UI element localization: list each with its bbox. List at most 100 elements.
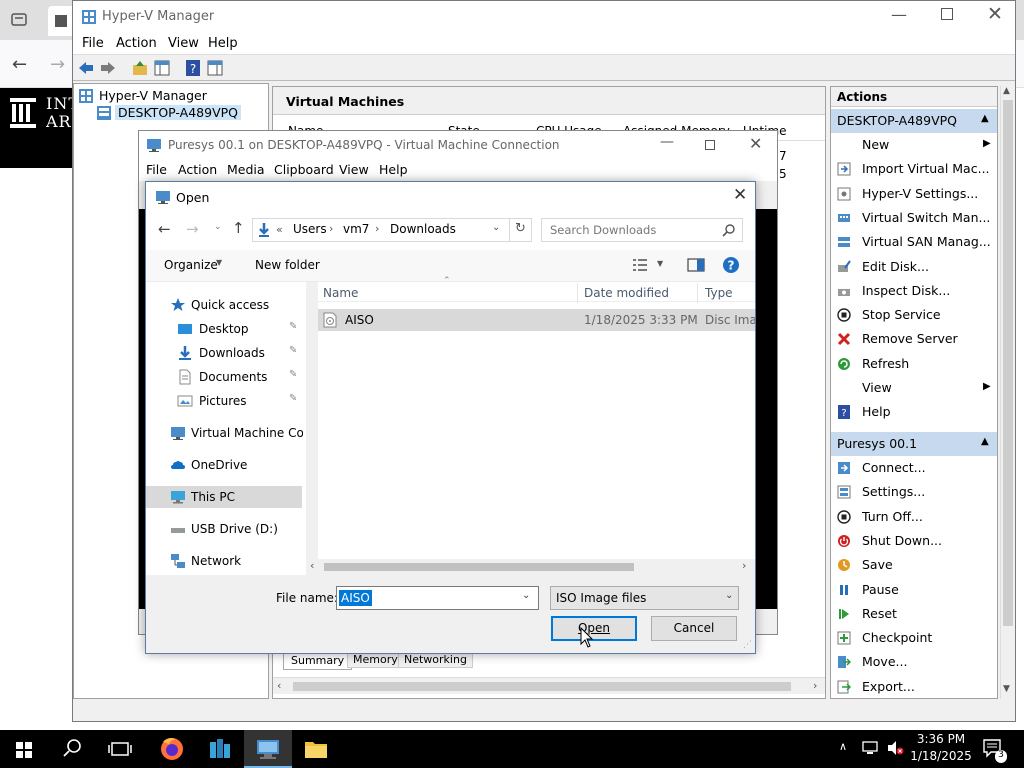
nav-item-quick-access[interactable]: Quick access — [146, 294, 302, 316]
actions-scroll-thumb[interactable] — [1003, 100, 1013, 626]
hyperv-manager-taskbar-icon[interactable] — [244, 730, 292, 768]
breadcrumb-users[interactable]: Users — [293, 222, 327, 236]
vmc-menu-file[interactable]: File — [146, 162, 167, 177]
pin-icon[interactable]: ✎ — [289, 345, 297, 356]
actions-vm-group-header[interactable]: Puresys 00.1 ▲ — [831, 432, 997, 456]
host-action-hyper-v-settings[interactable]: Hyper-V Settings... — [831, 182, 997, 206]
dialog-forward-icon[interactable]: → — [186, 220, 199, 238]
organize-dropdown-icon[interactable]: ▼ — [216, 258, 222, 267]
breadcrumb-vm7[interactable]: vm7 — [343, 222, 369, 236]
nav-item-network[interactable]: Network — [146, 550, 302, 572]
column-divider[interactable] — [577, 283, 578, 303]
nav-item-pictures[interactable]: Pictures ✎ — [146, 390, 302, 412]
vm-action-save[interactable]: Save — [831, 553, 997, 577]
collapse-vm-icon[interactable]: ▲ — [981, 436, 989, 447]
nav-item-onedrive[interactable]: OneDrive — [146, 454, 302, 476]
pin-icon[interactable]: ✎ — [289, 321, 297, 332]
open-button[interactable]: Open — [551, 616, 637, 641]
vm-action-reset[interactable]: Reset — [831, 602, 997, 626]
actions-scroll-down-icon[interactable]: ▼ — [1003, 684, 1010, 694]
tab-overview-icon[interactable] — [10, 10, 30, 28]
vm-action-export[interactable]: Export... — [831, 675, 997, 698]
column-divider[interactable] — [697, 283, 698, 303]
recent-locations-icon[interactable]: ⌄ — [214, 222, 222, 232]
file-explorer-icon[interactable] — [292, 730, 340, 768]
tab-networking[interactable]: Networking — [398, 652, 473, 668]
breadcrumb-downloads[interactable]: Downloads — [390, 222, 456, 236]
nav-item-downloads[interactable]: Downloads ✎ — [146, 342, 302, 364]
center-horizontal-scrollbar[interactable]: ‹ › — [273, 677, 825, 694]
search-icon[interactable] — [722, 223, 736, 237]
host-action-virtual-san-manag[interactable]: Virtual SAN Manag... — [831, 230, 997, 254]
address-bar[interactable]: « Users › vm7 › Downloads ⌄ — [252, 218, 510, 242]
menu-view[interactable]: View — [168, 36, 199, 51]
vm-action-settings[interactable]: Settings... — [831, 480, 997, 504]
taskbar-time[interactable]: 3:36 PM — [916, 732, 966, 746]
host-action-virtual-switch-man[interactable]: Virtual Switch Man... — [831, 206, 997, 230]
breadcrumb-overflow[interactable]: « — [276, 223, 283, 236]
scrollbar-thumb[interactable] — [293, 682, 791, 691]
actions-scrollbar[interactable]: ▲ ▼ — [1000, 86, 1014, 699]
menu-action[interactable]: Action — [116, 36, 157, 51]
view-dropdown-icon[interactable]: ▼ — [657, 259, 663, 268]
scroll-right-icon[interactable]: › — [813, 679, 817, 692]
maximize-icon[interactable] — [941, 8, 953, 20]
vmc-close-icon[interactable]: ✕ — [749, 134, 762, 153]
close-icon[interactable]: ✕ — [987, 3, 1003, 25]
help-toolbar-icon[interactable]: ? — [184, 59, 202, 77]
tree-host-item[interactable]: DESKTOP-A489VPQ — [115, 105, 241, 120]
nav-item-usb-drive-d[interactable]: USB Drive (D:) — [146, 518, 302, 540]
menu-file[interactable]: File — [82, 36, 104, 51]
host-action-inspect-disk[interactable]: Inspect Disk... — [831, 279, 997, 303]
vm-action-move[interactable]: Move... — [831, 650, 997, 674]
host-action-stop-service[interactable]: Stop Service — [831, 303, 997, 327]
refresh-button[interactable]: ↻ — [510, 218, 532, 242]
forward-icon[interactable] — [99, 59, 117, 77]
nav-item-desktop[interactable]: Desktop ✎ — [146, 318, 302, 340]
breadcrumb-separator-icon[interactable]: › — [375, 222, 379, 235]
vm-action-turn-off[interactable]: Turn Off... — [831, 505, 997, 529]
vmc-menu-help[interactable]: Help — [379, 162, 408, 177]
host-action-remove-server[interactable]: Remove Server — [831, 327, 997, 351]
vm-action-connect[interactable]: Connect... — [831, 456, 997, 480]
host-action-view[interactable]: View ▶ — [831, 376, 997, 400]
dialog-up-icon[interactable]: ↑ — [232, 219, 245, 237]
file-list-horizontal-scrollbar[interactable]: ‹ › — [306, 559, 755, 575]
file-row[interactable]: AISO 1/18/2025 3:33 PM Disc Imag — [318, 309, 755, 331]
host-action-edit-disk[interactable]: Edit Disk... — [831, 255, 997, 279]
task-view-icon[interactable] — [96, 730, 144, 768]
file-scroll-right-icon[interactable]: › — [742, 559, 746, 572]
back-icon[interactable] — [77, 59, 95, 77]
nav-item-virtual-machine-conn[interactable]: Virtual Machine Conn — [146, 422, 303, 444]
vm-action-pause[interactable]: Pause — [831, 578, 997, 602]
resize-grip-icon[interactable]: ⋰ — [743, 640, 752, 650]
organize-button[interactable]: Organize — [164, 258, 218, 272]
host-action-refresh[interactable]: Refresh — [831, 352, 997, 376]
file-name-input[interactable]: AISO ⌄ — [336, 586, 539, 610]
file-scroll-thumb[interactable] — [324, 563, 634, 571]
new-folder-button[interactable]: New folder — [255, 258, 320, 272]
dialog-help-icon[interactable]: ? — [722, 256, 740, 274]
vmc-menu-view[interactable]: View — [339, 162, 369, 177]
minimize-icon[interactable]: — — [891, 5, 907, 24]
show-hide-tree-icon[interactable] — [153, 59, 171, 77]
dialog-back-icon[interactable]: ← — [158, 220, 171, 238]
menu-help[interactable]: Help — [208, 36, 238, 51]
scroll-left-icon[interactable]: ‹ — [277, 679, 281, 692]
actions-scroll-up-icon[interactable]: ▲ — [1003, 86, 1010, 96]
file-col-name[interactable]: Name — [323, 286, 358, 300]
firefox-icon[interactable] — [148, 730, 196, 768]
network-tray-icon[interactable] — [862, 740, 880, 756]
taskbar-search-icon[interactable] — [48, 730, 96, 768]
vm-action-shut-down[interactable]: Shut Down... — [831, 529, 997, 553]
tree-root-label[interactable]: Hyper-V Manager — [99, 88, 207, 103]
tab-memory[interactable]: Memory — [347, 652, 404, 668]
vm-action-checkpoint[interactable]: Checkpoint — [831, 626, 997, 650]
vmc-maximize-icon[interactable] — [705, 140, 715, 150]
volume-muted-icon[interactable] — [886, 740, 904, 756]
vmc-menu-media[interactable]: Media — [227, 162, 265, 177]
host-action-import-virtual-mac[interactable]: Import Virtual Mac... — [831, 157, 997, 181]
show-hidden-icons[interactable]: ∧ — [839, 740, 847, 753]
nav-item-this-pc[interactable]: This PC — [146, 486, 302, 508]
dialog-close-icon[interactable]: ✕ — [733, 185, 747, 205]
